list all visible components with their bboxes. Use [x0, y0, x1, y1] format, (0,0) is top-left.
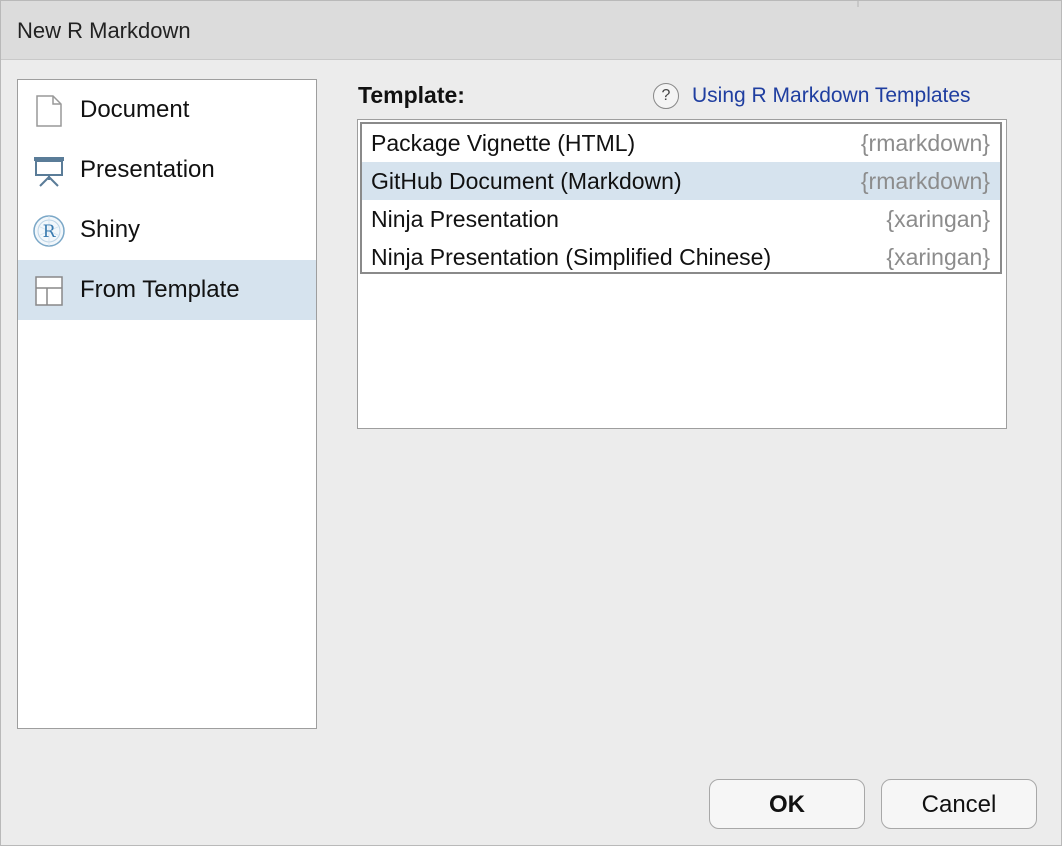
- document-icon: [32, 94, 66, 128]
- template-name: Ninja Presentation (Simplified Chinese): [371, 244, 772, 270]
- type-item-presentation[interactable]: Presentation: [18, 140, 316, 200]
- ok-button[interactable]: OK: [709, 779, 865, 829]
- template-row-ninja-presentation[interactable]: Ninja Presentation {xaringan}: [362, 200, 1002, 238]
- template-list[interactable]: Package Vignette (HTML) {rmarkdown} GitH…: [357, 119, 1007, 429]
- template-package: {xaringan}: [886, 206, 990, 232]
- cancel-button[interactable]: Cancel: [881, 779, 1037, 829]
- help-icon[interactable]: ?: [653, 83, 679, 109]
- type-item-label: Document: [80, 96, 190, 123]
- type-item-label: Shiny: [80, 216, 141, 243]
- presentation-icon: [32, 154, 66, 188]
- dialog-title: New R Markdown: [17, 18, 191, 43]
- template-row-package-vignette[interactable]: Package Vignette (HTML) {rmarkdown}: [362, 124, 1002, 162]
- template-icon: [32, 274, 66, 308]
- template-name: Ninja Presentation: [371, 206, 559, 232]
- template-package: {rmarkdown}: [860, 168, 990, 194]
- template-name: Package Vignette (HTML): [371, 130, 636, 156]
- template-package: {xaringan}: [886, 244, 990, 270]
- document-type-list: Document Presentation R Shiny From Templ…: [17, 79, 317, 729]
- new-r-markdown-dialog: New R Markdown Document Presentation R S…: [0, 0, 1062, 846]
- help-link[interactable]: ? Using R Markdown Templates: [653, 83, 971, 109]
- shiny-r-icon: R: [32, 214, 66, 248]
- template-row-ninja-presentation-chinese[interactable]: Ninja Presentation (Simplified Chinese) …: [362, 238, 1002, 276]
- using-templates-link[interactable]: Using R Markdown Templates: [692, 84, 971, 108]
- svg-text:R: R: [43, 222, 57, 242]
- template-name: GitHub Document (Markdown): [371, 168, 682, 194]
- titlebar-divider: [857, 1, 859, 7]
- type-item-label: From Template: [80, 276, 240, 303]
- template-row-github-document[interactable]: GitHub Document (Markdown) {rmarkdown}: [362, 162, 1002, 200]
- type-item-document[interactable]: Document: [18, 80, 316, 140]
- template-label: Template:: [358, 82, 465, 108]
- dialog-titlebar[interactable]: New R Markdown: [1, 1, 1061, 60]
- template-package: {rmarkdown}: [860, 130, 990, 156]
- type-item-label: Presentation: [80, 156, 215, 183]
- type-item-from-template[interactable]: From Template: [18, 260, 316, 320]
- type-item-shiny[interactable]: R Shiny: [18, 200, 316, 260]
